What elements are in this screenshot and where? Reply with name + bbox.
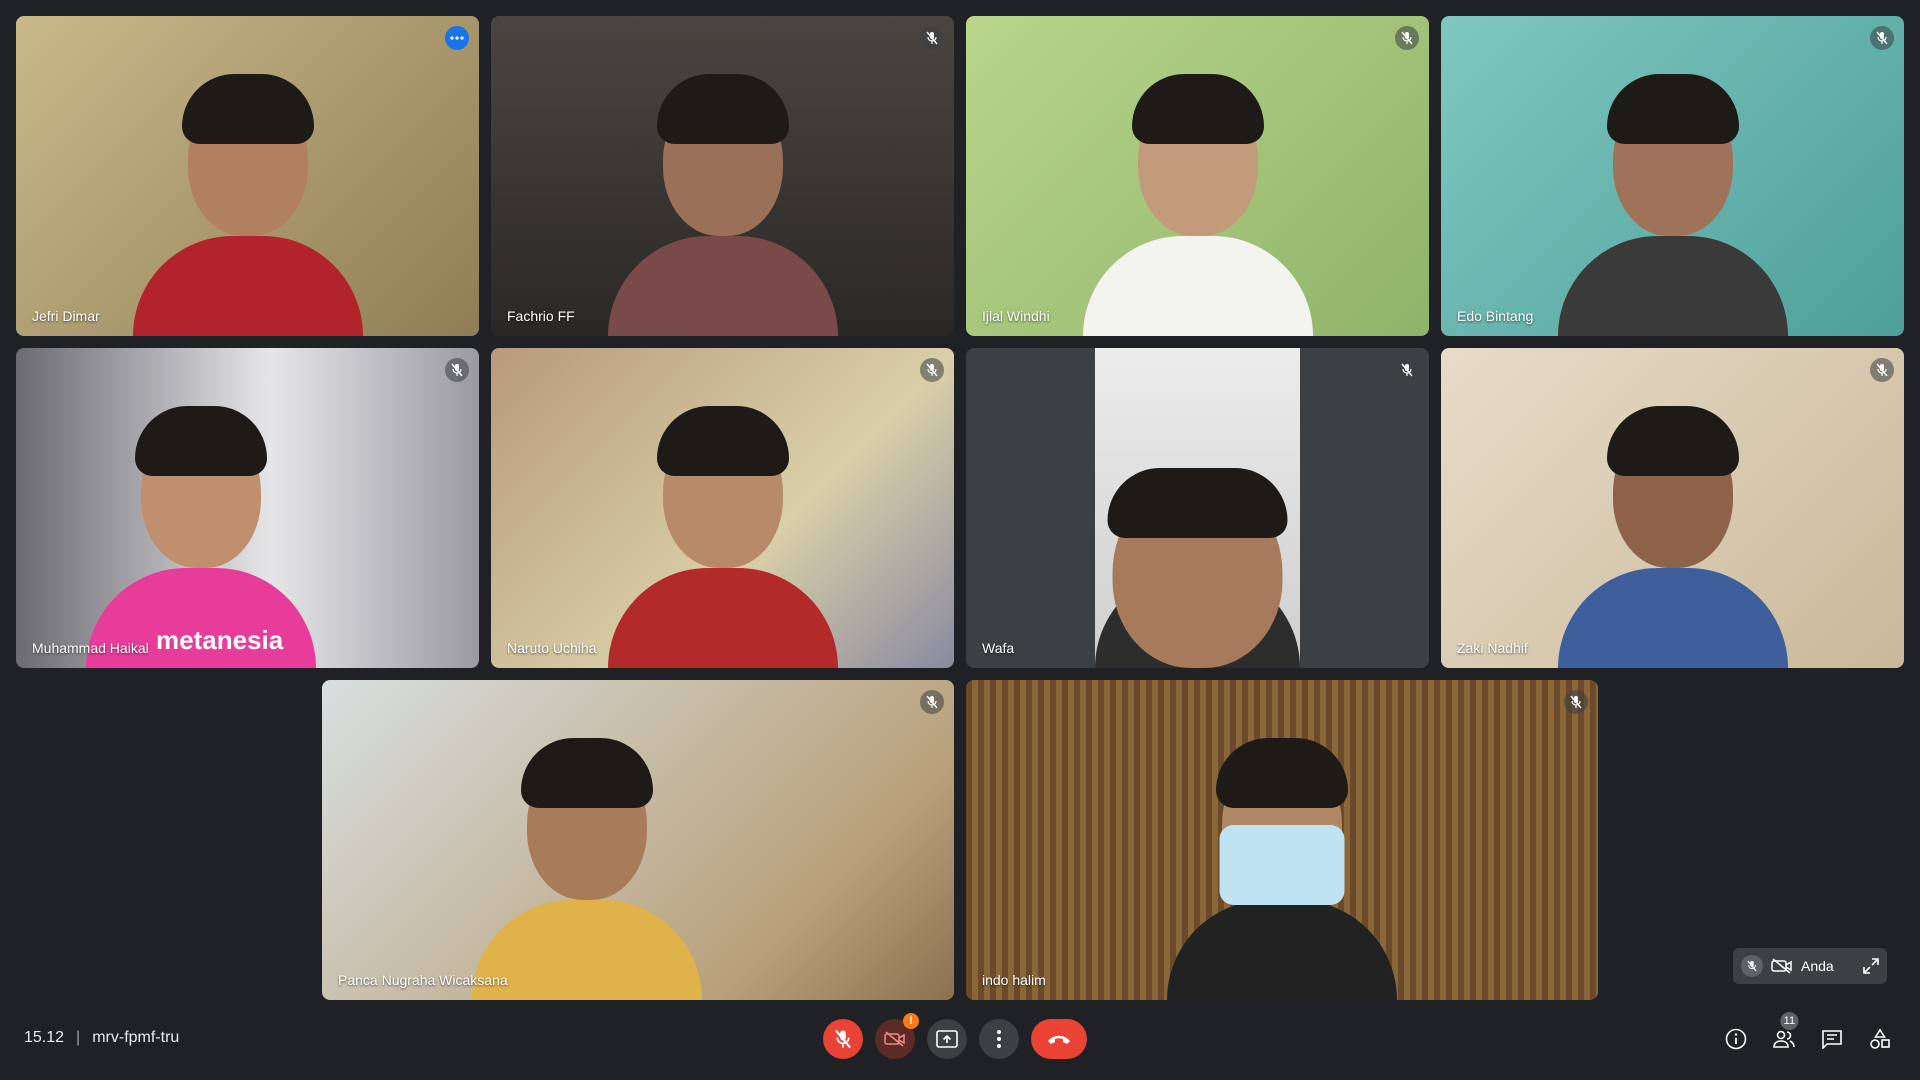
muted-mic-icon bbox=[920, 26, 944, 50]
muted-mic-icon bbox=[920, 358, 944, 382]
camera-off-icon bbox=[1771, 958, 1793, 974]
activities-button[interactable] bbox=[1864, 1020, 1896, 1058]
participant-name: Panca Nugraha Wicaksana bbox=[338, 972, 508, 988]
participant-name: Fachrio FF bbox=[507, 308, 575, 324]
participant-video-figure bbox=[1095, 468, 1300, 668]
expand-icon[interactable] bbox=[1863, 958, 1879, 974]
meeting-details-button[interactable] bbox=[1720, 1020, 1752, 1058]
muted-mic-icon bbox=[1870, 358, 1894, 382]
self-view-label: Anda bbox=[1801, 958, 1834, 974]
present-screen-icon bbox=[936, 1030, 958, 1048]
participant-tile[interactable]: Fachrio FF bbox=[491, 16, 954, 336]
participant-video-figure bbox=[607, 66, 838, 336]
muted-mic-icon bbox=[1395, 358, 1419, 382]
bottom-toolbar: 15.12 | mrv-fpmf-tru ! 11 bbox=[0, 1000, 1920, 1080]
meeting-info: 15.12 | mrv-fpmf-tru bbox=[24, 1029, 179, 1047]
participant-tile[interactable]: metanesia Muhammad Haikal bbox=[16, 348, 479, 668]
participant-tile[interactable]: Wafa bbox=[966, 348, 1429, 668]
info-icon bbox=[1725, 1028, 1747, 1050]
meeting-code: mrv-fpmf-tru bbox=[92, 1029, 180, 1046]
camera-toggle-button[interactable]: ! bbox=[875, 1013, 919, 1059]
muted-mic-icon bbox=[1741, 955, 1763, 977]
people-icon bbox=[1773, 1030, 1795, 1048]
call-controls: ! bbox=[823, 1013, 1087, 1059]
participant-name: Wafa bbox=[982, 640, 1015, 656]
muted-mic-icon bbox=[1564, 690, 1588, 714]
warning-badge: ! bbox=[903, 1013, 919, 1029]
participant-name: Edo Bintang bbox=[1457, 308, 1534, 324]
face-mask bbox=[1219, 825, 1345, 905]
participants-button[interactable]: 11 bbox=[1768, 1012, 1800, 1058]
clock-time: 15.12 bbox=[24, 1029, 65, 1046]
participant-name: Zaki Nadhif bbox=[1457, 640, 1528, 656]
participant-video-figure bbox=[1082, 66, 1313, 336]
participant-video-figure bbox=[132, 66, 363, 336]
participant-tile[interactable]: Edo Bintang bbox=[1441, 16, 1904, 336]
muted-mic-icon bbox=[1870, 26, 1894, 50]
shapes-icon bbox=[1870, 1028, 1890, 1049]
participant-video-figure bbox=[607, 398, 838, 668]
participant-tile[interactable]: Panca Nugraha Wicaksana bbox=[322, 680, 954, 1000]
participant-video-figure bbox=[1167, 730, 1397, 1000]
muted-mic-icon bbox=[920, 690, 944, 714]
participant-count-badge: 11 bbox=[1780, 1012, 1799, 1030]
muted-mic-icon bbox=[445, 358, 469, 382]
camera-off-icon bbox=[884, 1031, 905, 1047]
divider: | bbox=[76, 1029, 81, 1046]
participant-video-figure bbox=[472, 730, 703, 1000]
leave-call-button[interactable] bbox=[1031, 1019, 1087, 1059]
hang-up-icon bbox=[1048, 1035, 1070, 1044]
participant-tile[interactable]: Ijlal Windhi bbox=[966, 16, 1429, 336]
side-panel-controls: 11 bbox=[1720, 1012, 1896, 1058]
participant-video-figure bbox=[1557, 66, 1788, 336]
participant-tile[interactable]: Jefri Dimar bbox=[16, 16, 479, 336]
video-grid: Jefri Dimar Fachrio FF Ijlal Windhi Edo … bbox=[0, 0, 1920, 1000]
participant-tile[interactable]: Zaki Nadhif bbox=[1441, 348, 1904, 668]
participant-video-figure bbox=[1557, 398, 1788, 668]
shirt-logo-text: metanesia bbox=[156, 625, 284, 655]
participant-name: Ijlal Windhi bbox=[982, 308, 1050, 324]
participant-name: Muhammad Haikal bbox=[32, 640, 149, 656]
participant-tile[interactable]: Naruto Uchiha bbox=[491, 348, 954, 668]
more-vert-icon bbox=[997, 1030, 1001, 1048]
muted-mic-icon bbox=[1395, 26, 1419, 50]
participant-name: Naruto Uchiha bbox=[507, 640, 597, 656]
participant-name: indo halim bbox=[982, 972, 1046, 988]
participant-tile[interactable]: indo halim bbox=[966, 680, 1598, 1000]
self-view-tile[interactable]: Anda bbox=[1733, 948, 1887, 984]
present-screen-button[interactable] bbox=[927, 1019, 967, 1059]
participant-name: Jefri Dimar bbox=[32, 308, 100, 324]
chat-icon bbox=[1822, 1030, 1842, 1049]
mic-off-icon bbox=[835, 1029, 851, 1049]
more-options-icon[interactable] bbox=[445, 26, 469, 50]
chat-button[interactable] bbox=[1816, 1020, 1848, 1058]
microphone-toggle-button[interactable] bbox=[823, 1019, 863, 1059]
more-options-button[interactable] bbox=[979, 1019, 1019, 1059]
